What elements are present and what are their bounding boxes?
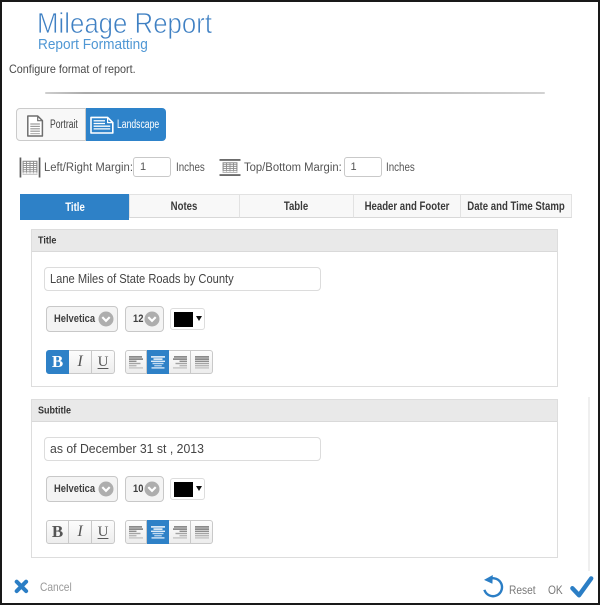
subtitle-font-size-dropdown[interactable]: 10: [125, 476, 164, 502]
subtitle-align-center-button[interactable]: [147, 520, 169, 544]
subtitle-section-header-label: Subtitle: [38, 405, 71, 416]
align-center-icon: [151, 526, 165, 539]
reset-label: Reset: [509, 583, 536, 597]
tab-notes-label: Notes: [171, 199, 198, 213]
mileage-report-dialog: Mileage Report Report Formatting Configu…: [0, 0, 600, 605]
cancel-button[interactable]: Cancel: [14, 578, 84, 596]
subtitle-align-left-button[interactable]: [125, 520, 147, 544]
title-color-swatch: [174, 312, 193, 327]
subtitle-section-header: Subtitle: [32, 400, 557, 422]
title-align-justify-button[interactable]: [191, 350, 213, 374]
title-font-size-value: 12: [133, 313, 143, 325]
top-bottom-margin-label: Top/Bottom Margin:: [244, 161, 342, 175]
title-align-left-button[interactable]: [125, 350, 147, 374]
title-font-size-dropdown[interactable]: 12: [125, 306, 164, 332]
bold-icon: B: [52, 522, 63, 542]
subtitle-font-value: Helvetica: [54, 483, 95, 495]
subtitle-color-swatch: [174, 482, 193, 497]
italic-icon: I: [77, 523, 82, 541]
left-right-margin-input[interactable]: [133, 157, 171, 177]
tab-title-label: Title: [65, 200, 85, 214]
landscape-page-icon: [90, 116, 114, 134]
title-section-header-label: Title: [38, 235, 56, 246]
align-right-icon: [173, 356, 187, 369]
page-subtitle: Report Formatting: [38, 37, 148, 53]
portrait-button[interactable]: Portrait: [16, 108, 86, 141]
tab-title[interactable]: Title: [20, 194, 130, 220]
subtitle-text-input[interactable]: as of December 31 st , 2013: [44, 437, 321, 461]
left-right-margin-label: Left/Right Margin:: [44, 161, 133, 175]
underline-icon: U: [98, 524, 109, 541]
tab-table[interactable]: Table: [239, 194, 354, 218]
subtitle-italic-button[interactable]: I: [69, 520, 92, 544]
ok-check-icon: [570, 574, 594, 599]
subtitle-section-panel: Subtitle as of December 31 st , 2013 Hel…: [31, 399, 558, 558]
title-align-buttons: [125, 350, 213, 374]
title-align-center-button[interactable]: [147, 350, 169, 374]
subtitle-font-size-value: 10: [133, 483, 143, 495]
top-bottom-margin-unit: Inches: [386, 161, 415, 175]
page-description: Configure format of report.: [9, 62, 136, 76]
reset-icon: [482, 573, 504, 599]
left-right-margin-icon: [19, 157, 41, 178]
underline-icon: U: [98, 354, 109, 371]
title-italic-button[interactable]: I: [69, 350, 92, 374]
subtitle-font-dropdown[interactable]: Helvetica: [46, 476, 118, 502]
title-font-value: Helvetica: [54, 313, 95, 325]
subtitle-align-buttons: [125, 520, 213, 544]
subtitle-bold-button[interactable]: B: [46, 520, 69, 544]
align-center-icon: [151, 356, 165, 369]
tab-date-and-time-stamp-label: Date and Time Stamp: [467, 199, 564, 213]
chevron-down-icon: [144, 311, 160, 327]
italic-icon: I: [77, 353, 82, 371]
tab-date-and-time-stamp[interactable]: Date and Time Stamp: [460, 194, 572, 218]
align-justify-icon: [195, 356, 209, 369]
tab-header-and-footer-label: Header and Footer: [364, 199, 449, 213]
portrait-label: Portrait: [50, 119, 78, 131]
cancel-label: Cancel: [40, 580, 72, 594]
landscape-label: Landscape: [117, 119, 159, 131]
landscape-button[interactable]: Landscape: [86, 108, 167, 141]
subtitle-align-justify-button[interactable]: [191, 520, 213, 544]
title-align-right-button[interactable]: [169, 350, 191, 374]
tab-header-and-footer[interactable]: Header and Footer: [353, 194, 462, 218]
caret-down-icon: [196, 486, 202, 491]
title-underline-button[interactable]: U: [92, 350, 115, 374]
align-left-icon: [129, 526, 143, 539]
title-text-input[interactable]: Lane Miles of State Roads by County: [44, 267, 321, 291]
title-bold-button[interactable]: B: [46, 350, 69, 374]
align-justify-icon: [195, 526, 209, 539]
chevron-down-icon: [144, 481, 160, 497]
top-bottom-margin-icon: [219, 157, 241, 178]
bold-icon: B: [52, 352, 63, 372]
scrollbar-track[interactable]: [588, 397, 590, 571]
chevron-down-icon: [98, 481, 114, 497]
orientation-toggle: Portrait Landscape: [16, 108, 166, 141]
subtitle-font-color-picker[interactable]: [170, 478, 206, 500]
reset-button[interactable]: Reset: [482, 573, 534, 599]
ok-button[interactable]: OK: [548, 573, 593, 600]
subtitle-style-buttons: B I U: [46, 520, 115, 544]
tab-table-label: Table: [284, 199, 308, 213]
title-section-header: Title: [32, 230, 557, 252]
ok-label: OK: [548, 583, 563, 597]
subtitle-underline-button[interactable]: U: [92, 520, 115, 544]
caret-down-icon: [196, 316, 202, 321]
align-left-icon: [129, 356, 143, 369]
title-text-value: Lane Miles of State Roads by County: [50, 272, 234, 286]
cancel-x-icon: [14, 579, 29, 594]
left-right-margin-unit: Inches: [176, 161, 205, 175]
title-font-color-picker[interactable]: [170, 308, 206, 330]
chevron-down-icon: [98, 311, 114, 327]
align-right-icon: [173, 526, 187, 539]
portrait-page-icon: [26, 115, 44, 137]
subtitle-text-value: as of December 31 st , 2013: [50, 442, 204, 456]
header-divider: [45, 92, 545, 94]
subtitle-align-right-button[interactable]: [169, 520, 191, 544]
top-bottom-margin-input[interactable]: [344, 157, 382, 177]
title-section-panel: Title Lane Miles of State Roads by Count…: [31, 229, 558, 387]
tab-notes[interactable]: Notes: [129, 194, 241, 218]
title-font-dropdown[interactable]: Helvetica: [46, 306, 118, 332]
title-style-buttons: B I U: [46, 350, 115, 374]
